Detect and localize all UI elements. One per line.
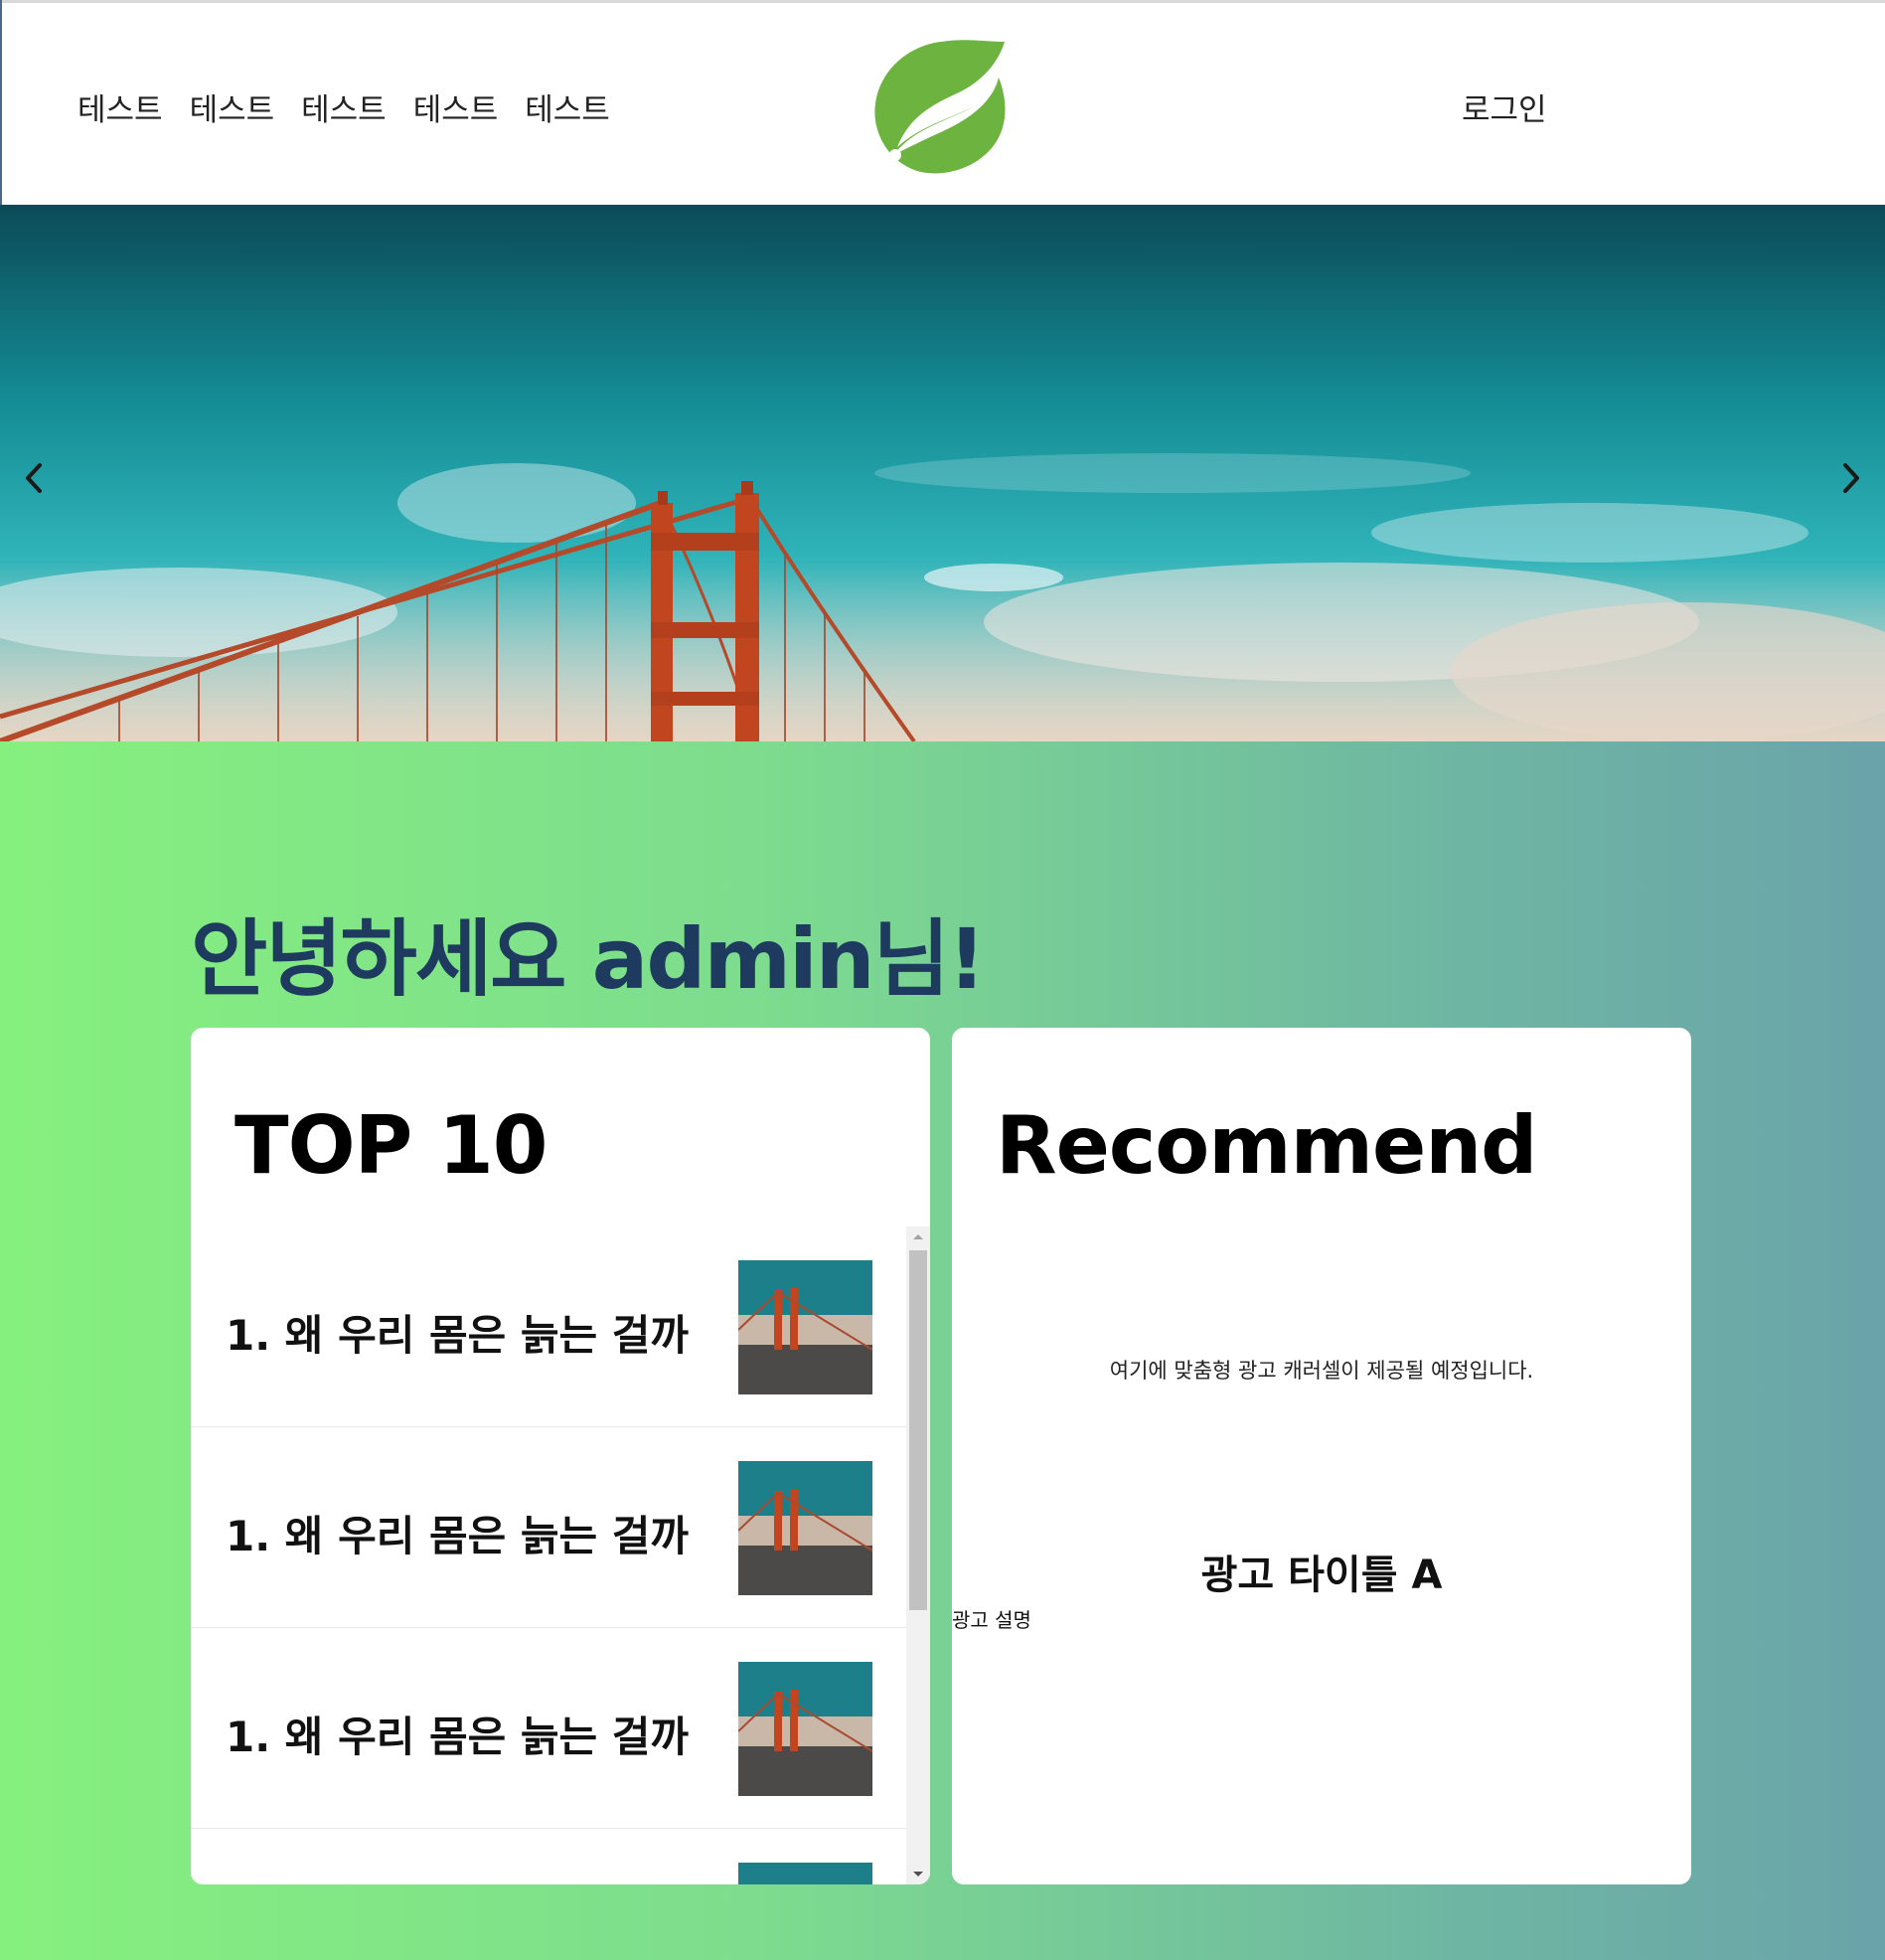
carousel-prev-icon[interactable]	[14, 453, 54, 503]
scrollbar-thumb[interactable]	[909, 1250, 927, 1610]
hero-carousel	[0, 205, 1885, 741]
recommend-card: Recommend 여기에 맞춤형 광고 캐러셀이 제공될 예정입니다. 광고 …	[952, 1028, 1691, 1884]
main-nav: 테스트 테스트 테스트 테스트 테스트	[78, 84, 610, 129]
top10-title: TOP 10	[235, 1099, 548, 1192]
list-item-thumbnail	[738, 1863, 872, 1884]
nav-link-3[interactable]: 테스트	[301, 84, 387, 129]
hero-bridge-image	[0, 205, 1885, 741]
list-item-thumbnail	[738, 1461, 872, 1595]
scroll-up-icon[interactable]	[906, 1226, 930, 1246]
scroll-down-icon[interactable]	[906, 1865, 930, 1884]
carousel-next-icon[interactable]	[1831, 453, 1871, 503]
top10-scrollbar[interactable]	[906, 1226, 930, 1884]
left-border	[0, 0, 2, 205]
list-item[interactable]: 1. 왜 우리 몸은 늙는 걸까	[191, 1226, 906, 1427]
nav-link-1[interactable]: 테스트	[78, 84, 163, 129]
ad-description: 광고 설명	[952, 1608, 1031, 1632]
nav-link-2[interactable]: 테스트	[190, 84, 275, 129]
greeting-heading: 안녕하세요 admin님!	[191, 910, 986, 1008]
list-item[interactable]: 1. 왜 우리 몸은 늙는 걸까	[191, 1628, 906, 1829]
recommend-title: Recommend	[996, 1099, 1537, 1192]
list-item-thumbnail	[738, 1662, 872, 1796]
list-item[interactable]: 1. 왜 우리 몸은 늙는 걸까	[191, 1427, 906, 1628]
list-item-title: 1. 왜 우리 몸은 늙는 걸까	[226, 1713, 690, 1761]
nav-link-4[interactable]: 테스트	[413, 84, 499, 129]
list-item-thumbnail	[738, 1260, 872, 1394]
spring-leaf-logo-icon[interactable]	[873, 38, 1011, 177]
main-section: 안녕하세요 admin님! TOP 10 1. 왜 우리 몸은 늙는 걸까 1.…	[0, 741, 1885, 1960]
ad-carousel-notice: 여기에 맞춤형 광고 캐러셀이 제공될 예정입니다.	[1109, 1359, 1534, 1383]
list-item-title: 1. 왜 우리 몸은 늙는 걸까	[226, 1311, 690, 1360]
ad-title[interactable]: 광고 타이틀 A	[952, 1543, 1691, 1600]
top10-list: 1. 왜 우리 몸은 늙는 걸까 1. 왜 우리 몸은 늙는 걸까 1. 왜 우…	[191, 1226, 906, 1884]
top10-card: TOP 10 1. 왜 우리 몸은 늙는 걸까 1. 왜 우리 몸은 늙는 걸까	[191, 1028, 930, 1884]
list-item-title: 1. 왜 우리 몸은 늙는 걸까	[226, 1512, 690, 1560]
nav-link-5[interactable]: 테스트	[525, 84, 610, 129]
login-link[interactable]: 로그인	[1462, 84, 1547, 129]
list-item[interactable]	[191, 1829, 906, 1884]
site-header: 테스트 테스트 테스트 테스트 테스트 로그인	[0, 3, 1885, 205]
